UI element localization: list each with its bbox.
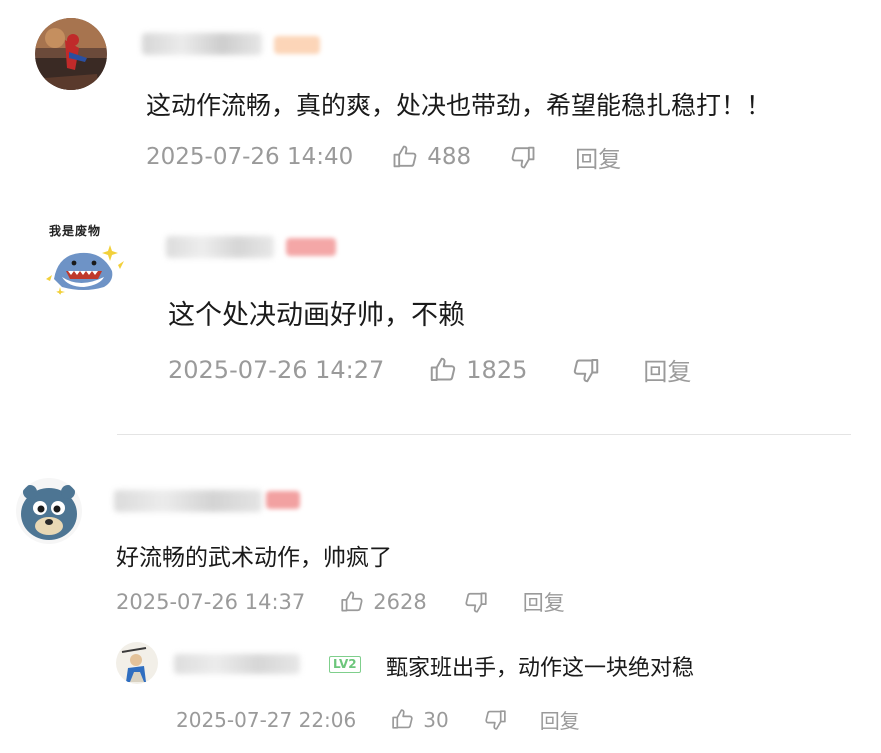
username-blurred[interactable] — [174, 654, 300, 674]
comment-text: 这动作流畅，真的爽，处决也带劲，希望能稳扎稳打！！ — [146, 91, 772, 120]
avatar[interactable] — [35, 18, 107, 90]
username-blurred[interactable] — [114, 490, 262, 512]
avatar[interactable] — [116, 642, 158, 684]
user-tag-blurred — [286, 238, 336, 256]
comment-meta: 2025-07-26 14:27 1825 回复 — [168, 352, 691, 387]
comment-text: 好流畅的武术动作，帅疯了 — [116, 545, 392, 571]
like-count: 2628 — [373, 590, 427, 614]
reply-button[interactable]: 回复 — [540, 705, 580, 734]
like-button[interactable]: 488 — [391, 143, 471, 171]
dislike-button[interactable] — [463, 589, 489, 615]
timestamp: 2025-07-26 14:27 — [168, 355, 385, 384]
avatar-caption: 我是废物 — [49, 224, 102, 238]
reply-button[interactable]: 回复 — [575, 140, 621, 174]
comment-meta: 2025-07-26 14:40 488 回复 — [146, 140, 621, 174]
user-tag-blurred — [274, 36, 320, 54]
avatar-image — [116, 642, 158, 684]
user-tag-blurred — [266, 491, 300, 509]
comment-text: 这个处决动画好帅，不赖 — [168, 300, 465, 331]
comment-meta: 2025-07-27 22:06 30 回复 — [176, 705, 580, 734]
thumbs-down-icon — [483, 707, 508, 732]
thumbs-up-icon — [428, 355, 458, 385]
username-blurred[interactable] — [166, 236, 274, 258]
dislike-button[interactable] — [483, 707, 508, 732]
divider — [117, 434, 851, 435]
like-count: 488 — [427, 144, 472, 170]
username-blurred[interactable] — [142, 33, 262, 55]
thumbs-up-icon — [391, 143, 419, 171]
avatar[interactable] — [16, 478, 82, 544]
timestamp: 2025-07-26 14:40 — [146, 144, 354, 170]
thumbs-up-icon — [339, 589, 365, 615]
reply-button[interactable]: 回复 — [523, 587, 565, 617]
thumbs-down-icon — [571, 355, 601, 385]
timestamp: 2025-07-26 14:37 — [116, 590, 306, 614]
like-button[interactable]: 2628 — [339, 589, 427, 615]
thumbs-up-icon — [390, 707, 415, 732]
comment-meta: 2025-07-26 14:37 2628 回复 — [116, 587, 565, 617]
comment-text: 甄家班出手，动作这一块绝对稳 — [386, 656, 695, 681]
like-count: 30 — [423, 707, 449, 732]
thumbs-down-icon — [463, 589, 489, 615]
avatar-image — [16, 478, 82, 544]
like-count: 1825 — [466, 355, 528, 384]
avatar-image — [35, 18, 107, 90]
dislike-button[interactable] — [571, 355, 601, 385]
reply-button[interactable]: 回复 — [643, 352, 691, 387]
timestamp: 2025-07-27 22:06 — [176, 707, 357, 732]
level-badge: LV2 — [329, 656, 361, 673]
dislike-button[interactable] — [509, 143, 537, 171]
like-button[interactable]: 1825 — [428, 355, 527, 385]
like-button[interactable]: 30 — [390, 707, 449, 732]
thumbs-down-icon — [509, 143, 537, 171]
